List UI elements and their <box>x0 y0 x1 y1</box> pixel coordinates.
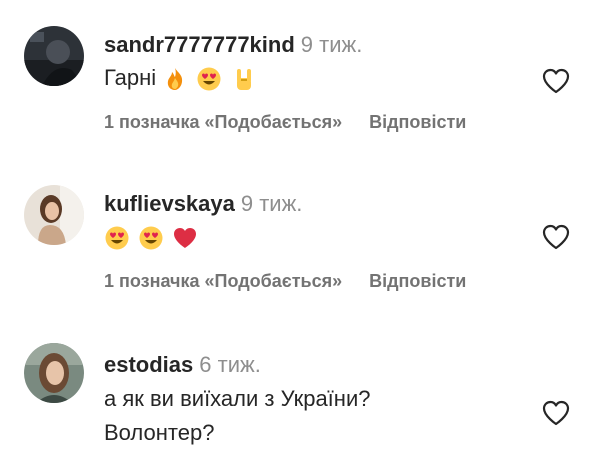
avatar[interactable] <box>24 26 84 86</box>
comment-text-line: а як ви виїхали з України? <box>104 386 371 411</box>
reply-button[interactable]: Відповісти <box>369 269 466 293</box>
heart-eyes-emoji <box>196 65 230 91</box>
username[interactable]: kuflievskaya <box>104 191 235 216</box>
heart-eyes-emoji <box>138 224 172 250</box>
likes-count[interactable]: 1 позначка «Подобається» <box>104 110 342 134</box>
like-heart-icon[interactable] <box>541 66 571 96</box>
comment-body: estodias 6 тиж. а як ви виїхали з України… <box>104 350 535 450</box>
comment-header: estodias 6 тиж. <box>104 350 535 380</box>
timestamp[interactable]: 9 тиж. <box>241 191 303 216</box>
comment-actions: 1 позначка «Подобається» Відповісти <box>104 269 535 293</box>
comment-body: kuflievskaya 9 тиж. 1 позначка «Подобаєть… <box>104 189 535 293</box>
reply-button[interactable]: Відповісти <box>369 110 466 134</box>
comment-actions: 1 позначка «Подобається» Відповісти <box>104 110 535 134</box>
username[interactable]: sandr7777777kind <box>104 32 295 57</box>
comment-text-content: Гарні <box>104 65 157 90</box>
fire-emoji <box>162 65 196 91</box>
username[interactable]: estodias <box>104 352 193 377</box>
comment-text <box>104 221 535 253</box>
comment-body: sandr7777777kind 9 тиж. Гарні 1 позначка … <box>104 30 535 134</box>
comment-header: sandr7777777kind 9 тиж. <box>104 30 535 60</box>
like-heart-icon[interactable] <box>541 222 571 252</box>
comment-text-line: Волонтер? <box>104 420 215 445</box>
like-heart-icon[interactable] <box>541 398 571 428</box>
comment-text: Гарні <box>104 62 535 94</box>
timestamp[interactable]: 6 тиж. <box>199 352 261 377</box>
avatar[interactable] <box>24 343 84 403</box>
likes-count[interactable]: 1 позначка «Подобається» <box>104 269 342 293</box>
timestamp[interactable]: 9 тиж. <box>301 32 363 57</box>
heart-eyes-emoji <box>104 224 138 250</box>
avatar[interactable] <box>24 185 84 245</box>
comment-text: а як ви виїхали з України? Волонтер? <box>104 382 535 450</box>
rock-on-emoji <box>231 65 259 91</box>
comment-header: kuflievskaya 9 тиж. <box>104 189 535 219</box>
red-heart-emoji <box>172 224 200 249</box>
